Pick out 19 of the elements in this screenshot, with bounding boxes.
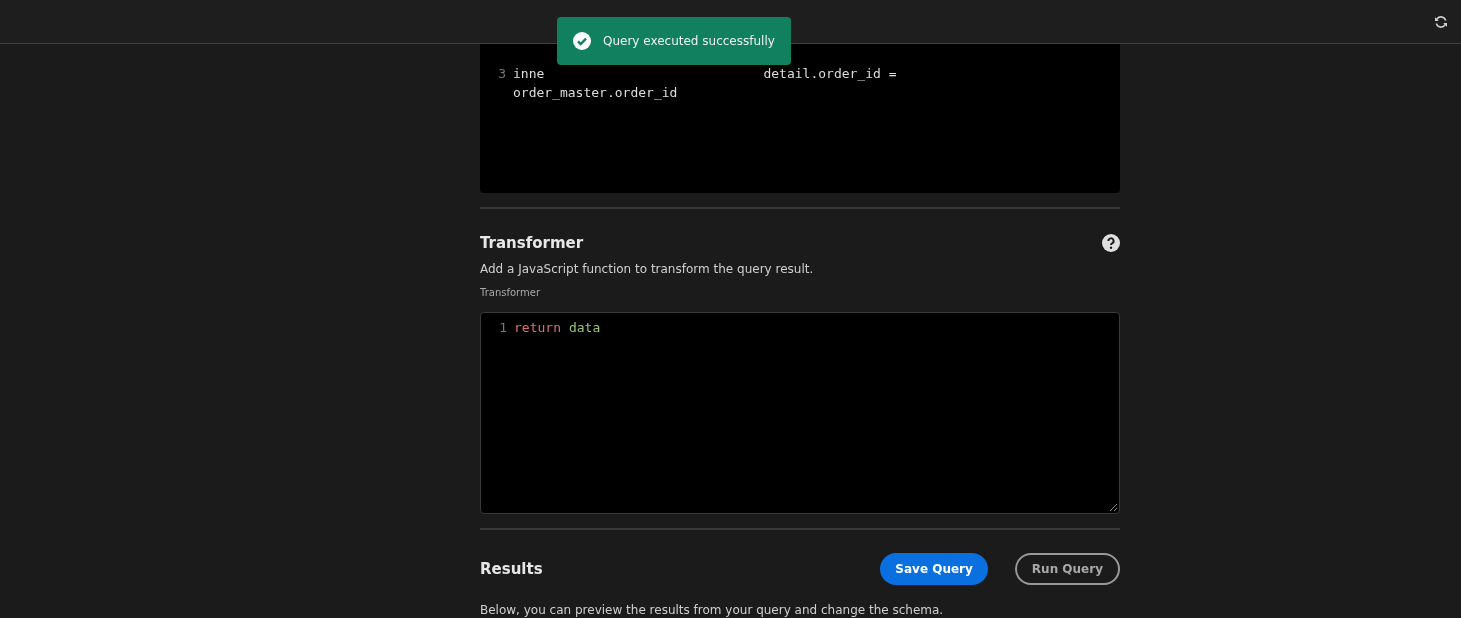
save-button[interactable]: Save Query [880, 553, 988, 585]
resize-handle-icon[interactable] [1110, 504, 1117, 511]
section-title: Transformer [480, 234, 584, 252]
help-icon[interactable] [1102, 234, 1120, 252]
code-text: order_master.order_id [513, 84, 678, 102]
section-description: Add a JavaScript function to transform the query result. [480, 262, 815, 276]
section-title: Results [480, 560, 543, 578]
check-circle-icon [573, 32, 591, 50]
code-text: inne [513, 65, 545, 83]
code-editor[interactable]: 1 return data [480, 312, 1120, 514]
code-text: detail.order_id = [763, 65, 897, 83]
section-description: Below, you can preview the results from your query and change the schema. [480, 603, 945, 617]
code-line: return data [514, 319, 602, 337]
toast-message: Query executed successfully [603, 34, 775, 48]
field-label: Transformer [480, 287, 541, 298]
refresh-icon[interactable] [1433, 13, 1449, 30]
run-button[interactable]: Run Query [1014, 553, 1120, 585]
line-number: 1 [498, 319, 508, 337]
line-number: 3 [497, 65, 507, 83]
